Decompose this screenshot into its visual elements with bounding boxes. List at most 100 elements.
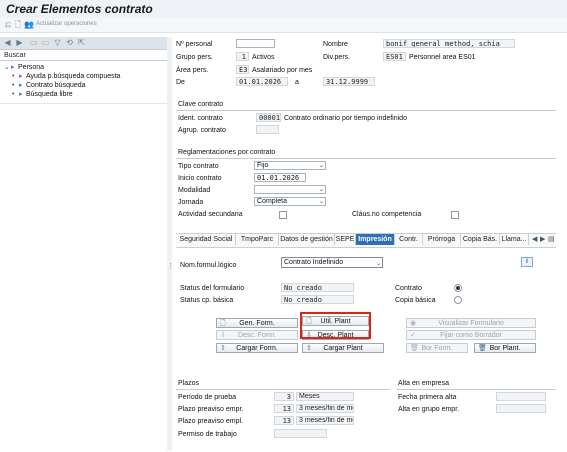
tab-datos-gestion[interactable]: Datos de gestión bbox=[279, 234, 335, 245]
bor-form-button[interactable]: 🗑 Bor Form. bbox=[406, 343, 468, 353]
divider bbox=[176, 389, 390, 390]
people-icon[interactable]: 👥 bbox=[24, 20, 34, 29]
trash-icon: 🗑 bbox=[410, 345, 419, 352]
document-icon[interactable]: 🗋 bbox=[14, 20, 22, 29]
info-icon[interactable]: i bbox=[521, 257, 533, 267]
bor-plant-button[interactable]: 🗑 Bor Plant. bbox=[474, 343, 536, 353]
document-icon: 🗋 bbox=[220, 320, 226, 327]
gen-form-button[interactable]: 🗋 Gen. Form. bbox=[216, 318, 298, 328]
nom-formul-label: Nom.formul.lógico bbox=[180, 262, 237, 269]
tab-scroll-right-icon[interactable]: ▶ bbox=[540, 235, 545, 243]
area-pers-code: E3 bbox=[236, 65, 249, 74]
alta-empresa-title: Alta en empresa bbox=[398, 380, 449, 387]
jornada-label: Jornada bbox=[178, 199, 204, 206]
chevron-down-icon[interactable]: ⌄ bbox=[319, 186, 324, 193]
filter-icon[interactable]: ▽ bbox=[53, 38, 62, 47]
chevron-down-icon[interactable]: ⌄ bbox=[319, 162, 324, 169]
preaviso-empr-label: Plazo preaviso empr. bbox=[178, 406, 244, 413]
tab-contr[interactable]: Contr. bbox=[395, 234, 423, 245]
tab-impresion[interactable]: Impresión bbox=[356, 234, 395, 245]
folder-up-icon[interactable]: ▭ bbox=[41, 38, 50, 47]
tab-scroll-left-icon[interactable]: ◀ bbox=[532, 235, 537, 243]
status-cp-label: Status cp. básica bbox=[180, 297, 234, 304]
chevron-down-icon[interactable]: ⌄ bbox=[319, 198, 324, 205]
back-icon[interactable]: ⎌ bbox=[4, 20, 12, 29]
alta-grupo-label: Alta en grupo empr. bbox=[398, 406, 460, 413]
fecha-primera-alta-label: Fecha primera alta bbox=[398, 394, 457, 401]
fecha-primera-alta-field bbox=[496, 392, 546, 401]
cargar-form-button[interactable]: ⇧ Cargar Form. bbox=[216, 343, 298, 353]
panel-splitter[interactable]: ⋮ bbox=[167, 37, 174, 451]
jornada-select[interactable]: Completa ⌄ bbox=[254, 197, 326, 206]
inicio-contrato-label: Inicio contrato bbox=[178, 175, 222, 182]
tab-sepe[interactable]: SEPE bbox=[335, 234, 356, 245]
tab-seguridad-social[interactable]: Seguridad Social bbox=[177, 234, 236, 245]
tree-node-busqueda-libre[interactable]: • ▸ Búsqueda libre bbox=[12, 90, 73, 98]
tree-node-label: Búsqueda libre bbox=[26, 91, 73, 98]
status-formulario-value: No creado bbox=[281, 283, 354, 292]
modalidad-select[interactable]: ⌄ bbox=[254, 185, 326, 194]
title-bar: Crear Elementos contrato bbox=[0, 0, 567, 19]
cargar-plant-button[interactable]: ⇧ Cargar Plant bbox=[302, 343, 384, 353]
tipo-contrato-label: Tipo contrato bbox=[178, 163, 219, 170]
nro-personal-label: Nº personal bbox=[176, 41, 213, 48]
alta-grupo-field bbox=[496, 404, 546, 413]
window-title: Crear Elementos contrato bbox=[6, 2, 153, 16]
expand-icon[interactable]: ⌄ bbox=[4, 63, 11, 71]
desc-form-button[interactable]: ⇩ Desc. Form. bbox=[216, 330, 298, 340]
actualizar-operaciones-button[interactable]: Actualizar operaciones bbox=[36, 21, 97, 27]
actividad-secundaria-checkbox[interactable] bbox=[279, 211, 287, 219]
periodo-prueba-unit: Meses bbox=[296, 392, 354, 401]
nom-formul-select[interactable]: Contrato Indefinido ⌄ bbox=[281, 257, 383, 268]
splitter-grip-icon[interactable]: ⋮ bbox=[167, 262, 174, 270]
periodo-prueba-label: Período de prueba bbox=[178, 394, 236, 401]
tree-node-label: Contrato búsqueda bbox=[26, 82, 86, 89]
tab-copia-bas[interactable]: Copia Bás. bbox=[461, 234, 500, 245]
clausula-checkbox[interactable] bbox=[451, 211, 459, 219]
tab-tmpoparc[interactable]: TmpoParc bbox=[236, 234, 279, 245]
arrow-right-icon[interactable]: ▶ bbox=[15, 38, 24, 47]
tree-node-contrato-busqueda[interactable]: • ▸ Contrato búsqueda bbox=[12, 81, 86, 89]
grupo-pers-label: Grupo pers. bbox=[176, 54, 213, 61]
tab-llama[interactable]: Llama... bbox=[500, 234, 529, 245]
ident-contrato-text: Contrato ordinario por tiempo indefinido bbox=[284, 115, 407, 122]
trash-icon: 🗑 bbox=[478, 345, 487, 352]
periodo-prueba-value: 3 bbox=[274, 392, 294, 401]
nro-personal-input[interactable] bbox=[236, 39, 275, 48]
tab-list-icon[interactable]: ▤ bbox=[548, 235, 555, 243]
collapse-icon[interactable]: ⇱ bbox=[77, 38, 86, 47]
folder-icon[interactable]: ▭ bbox=[29, 38, 38, 47]
tree-node-persona[interactable]: ⌄▸ Persona bbox=[4, 63, 44, 71]
inicio-contrato-input[interactable]: 01.01.2026 bbox=[254, 173, 306, 182]
bullet-icon: • bbox=[12, 82, 15, 89]
visualizar-formulario-button[interactable]: ◉ Visualizar Formulario bbox=[406, 318, 536, 328]
divider bbox=[0, 60, 167, 61]
div-pers-text: Personnel area ES01 bbox=[409, 54, 476, 61]
copia-basica-radio[interactable] bbox=[454, 296, 462, 304]
tab-prorroga[interactable]: Prórroga bbox=[423, 234, 461, 245]
tipo-contrato-value: Fijo bbox=[257, 162, 269, 169]
contrato-radio[interactable] bbox=[454, 284, 462, 292]
buscar-label: Buscar bbox=[4, 52, 26, 59]
fijar-borrador-button[interactable]: ✓ Fijar como Borrador bbox=[406, 330, 536, 340]
ident-contrato-label: Ident. contrato bbox=[178, 115, 223, 122]
contrato-radio-label: Contrato bbox=[395, 285, 422, 292]
nombre-label: Nombre bbox=[323, 41, 348, 48]
bullet-icon: • bbox=[12, 91, 15, 98]
preaviso-empl-unit: 3 meses/fin de mes bbox=[296, 416, 354, 425]
chevron-down-icon[interactable]: ⌄ bbox=[376, 259, 381, 267]
area-pers-text: Asalariado por mes bbox=[252, 67, 313, 74]
agrup-contrato-field bbox=[256, 125, 279, 134]
plazos-title: Plazos bbox=[178, 380, 200, 387]
arrow-left-icon[interactable]: ◀ bbox=[3, 38, 12, 47]
search-help-icon: ▸ bbox=[19, 91, 23, 98]
check-icon: ✓ bbox=[410, 332, 416, 339]
tree-node-ayuda[interactable]: • ▸ Ayuda p.búsqueda compuesta bbox=[12, 72, 120, 80]
tipo-contrato-select[interactable]: Fijo ⌄ bbox=[254, 161, 326, 170]
highlight-annotation bbox=[300, 312, 371, 339]
permiso-trabajo-field bbox=[274, 429, 327, 438]
refresh-icon[interactable]: ⟲ bbox=[65, 38, 74, 47]
area-pers-label: Área pers. bbox=[176, 67, 209, 74]
folder-icon: ▸ bbox=[11, 64, 15, 71]
gen-form-label: Gen. Form. bbox=[239, 320, 275, 327]
